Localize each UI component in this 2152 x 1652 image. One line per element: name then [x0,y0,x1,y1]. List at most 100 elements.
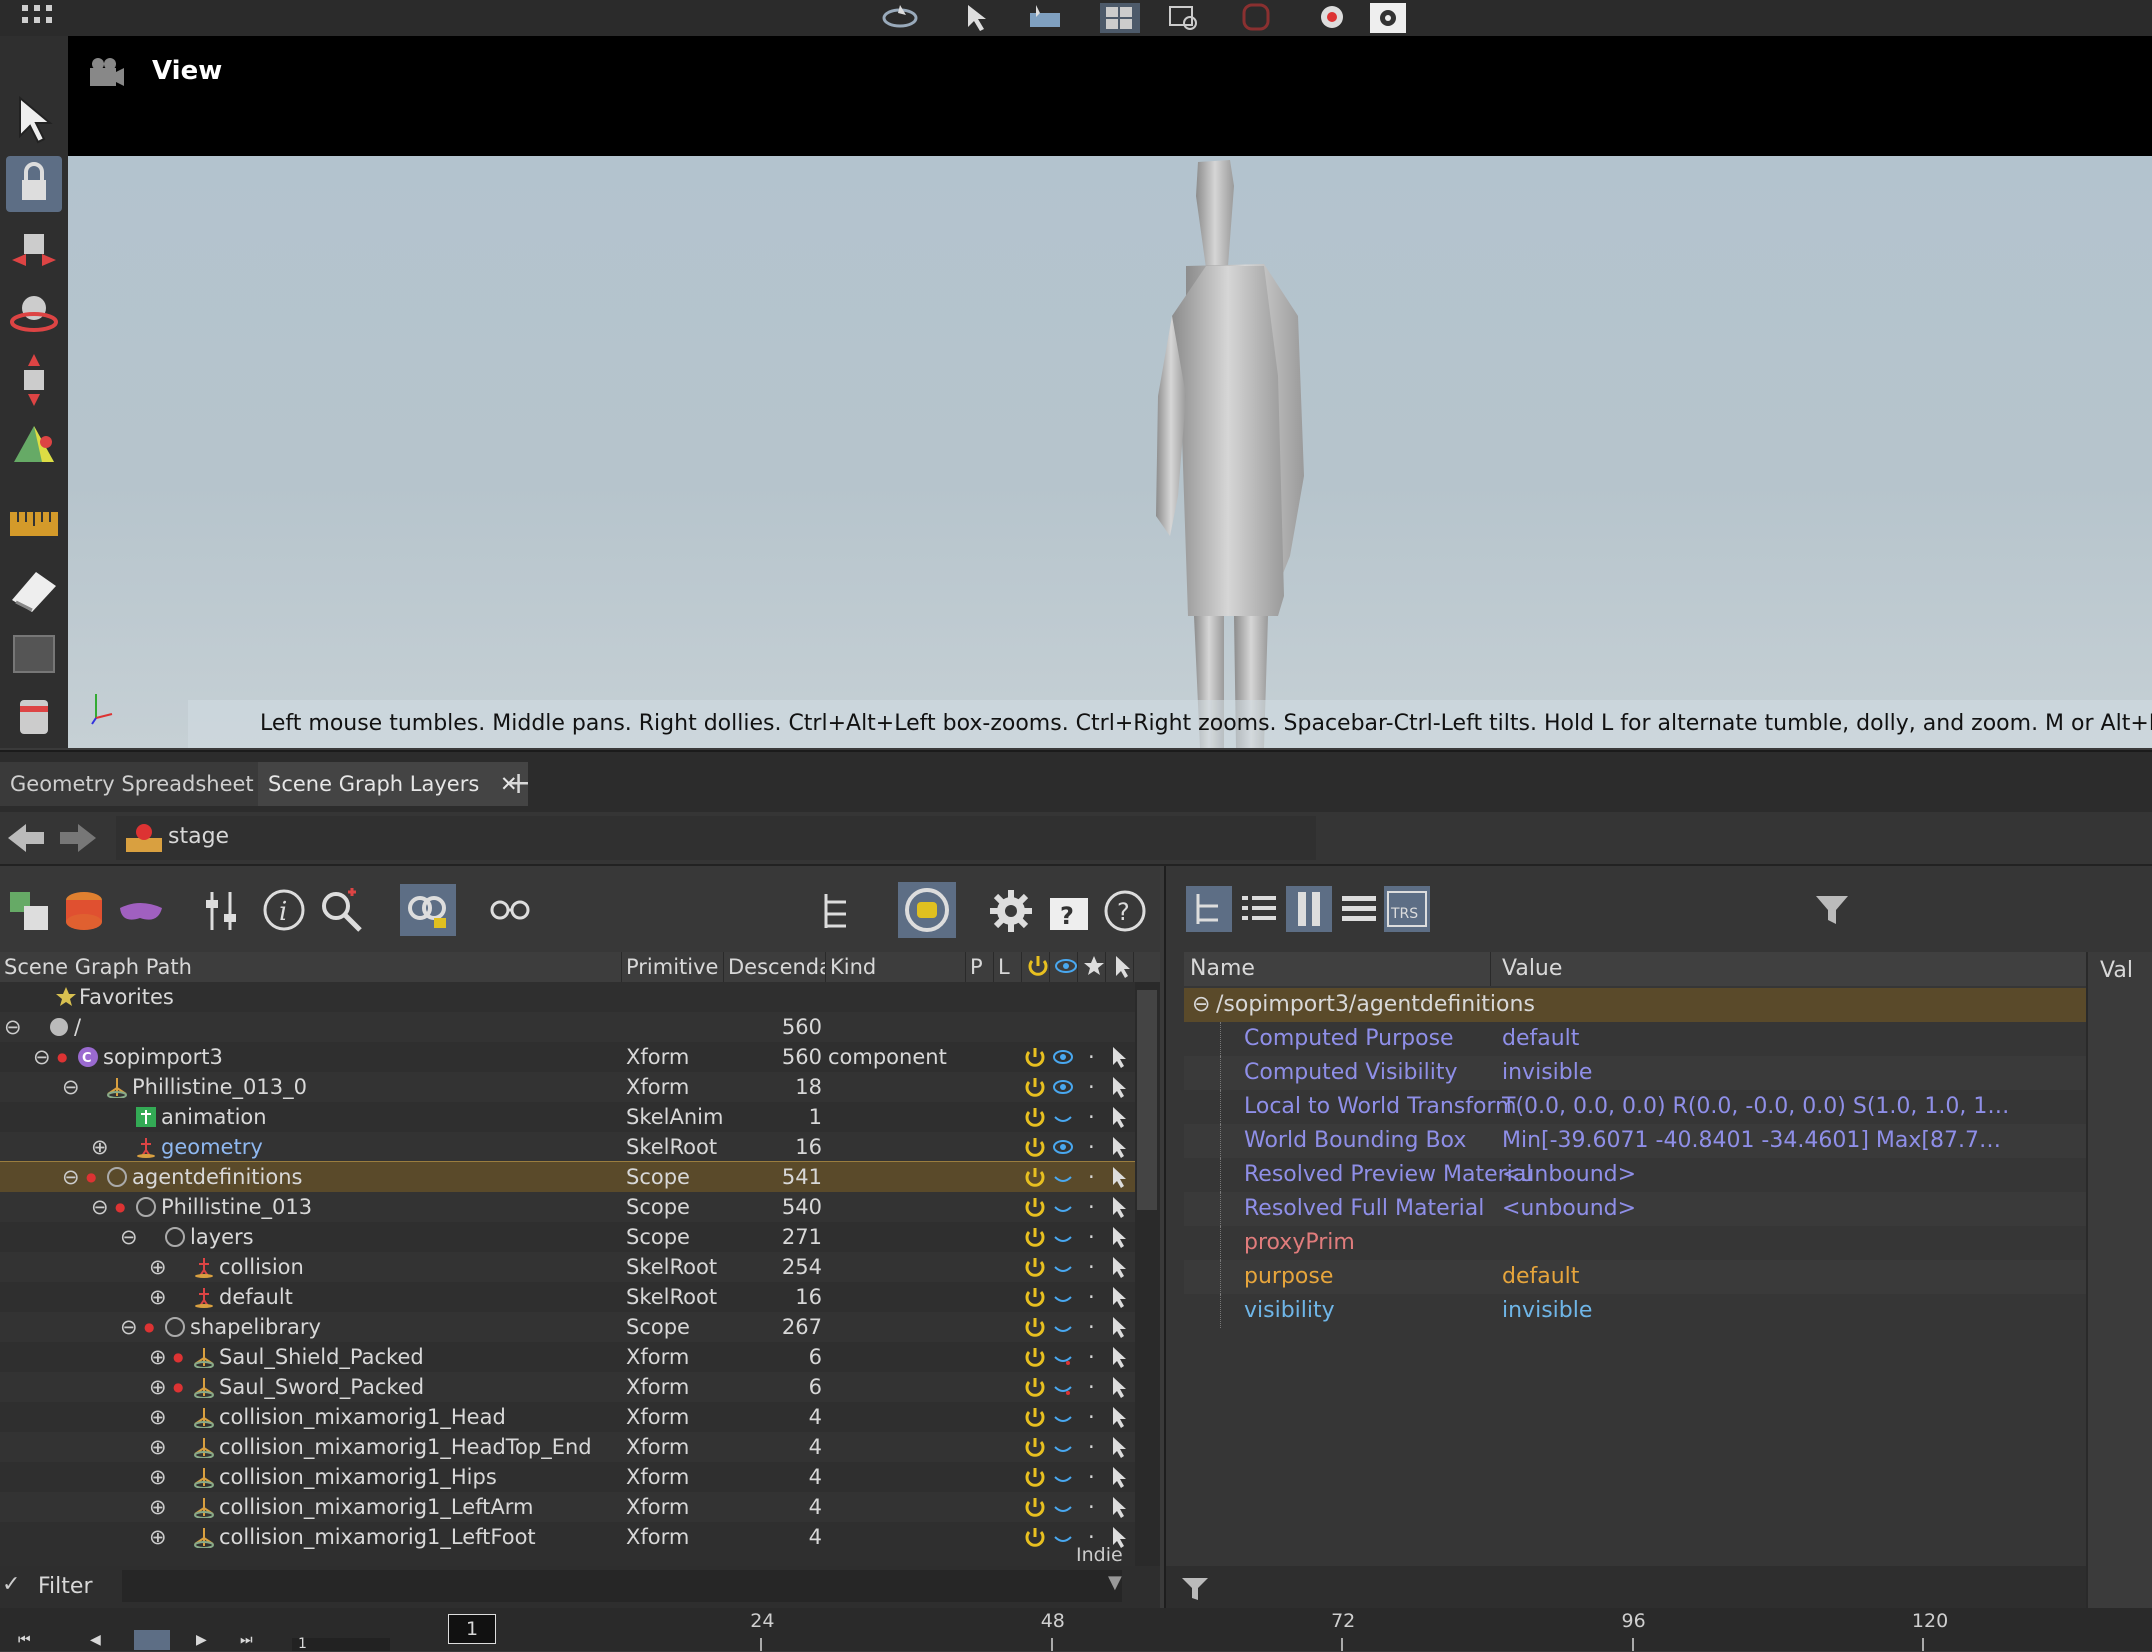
collection-icon[interactable] [62,888,108,940]
tree-row[interactable]: ⊕ collision_mixamorig1_Head Xform 4 · [0,1402,1135,1432]
column-header-visibility-icon[interactable] [1050,952,1078,982]
column-header-descendants[interactable]: Descenda [724,952,826,982]
column-header-path[interactable]: Scene Graph Path [0,952,622,982]
rotate-tool-icon[interactable] [6,286,62,342]
property-row[interactable]: Computed Purpose default [1184,1022,2086,1056]
hidden-eye-icon[interactable] [1052,1315,1074,1345]
active-toggle-icon[interactable] [1024,1495,1046,1525]
ruler-tool-icon[interactable] [6,496,62,552]
tree-row[interactable]: Favorites [0,982,1135,1012]
active-toggle-icon[interactable] [1024,1105,1046,1135]
paint-tool-icon[interactable] [6,562,62,618]
visible-eye-icon[interactable] [1052,1045,1074,1075]
hidden-eye-icon[interactable] [1052,1495,1074,1525]
collapse-icon[interactable]: ⊖ [1192,988,1210,1022]
selectable-toggle-icon[interactable] [1108,1255,1130,1285]
collapse-icon[interactable]: ⊖ [33,1042,51,1072]
expand-icon[interactable]: ⊕ [149,1252,167,1282]
hidden-eye-icon[interactable] [1052,1195,1074,1225]
favorite-toggle-icon[interactable]: · [1088,1312,1095,1342]
selectable-toggle-icon[interactable] [1108,1315,1130,1345]
grid-menu-icon[interactable] [20,3,60,33]
favorite-toggle-icon[interactable]: · [1088,1192,1095,1222]
hidden-eye-icon[interactable] [1052,1225,1074,1255]
lock-icon[interactable] [6,156,62,212]
selectable-toggle-icon[interactable] [1108,1375,1130,1405]
frame-zoom-icon[interactable] [1164,3,1204,33]
expand-icon[interactable]: ⊕ [149,1492,167,1522]
skip-start-icon[interactable]: ⏮ [18,1632,31,1648]
frame-field[interactable]: 1 [292,1637,390,1651]
play-reverse-icon[interactable]: ◀ [90,1632,101,1648]
path-field[interactable]: stage [116,816,1316,860]
selectable-toggle-icon[interactable] [1108,1135,1130,1165]
active-toggle-icon[interactable] [1024,1255,1046,1285]
column-header-p[interactable]: P [966,952,994,982]
tree-row[interactable]: ⊖ ● shapelibrary Scope 267 · [0,1312,1135,1342]
collapse-icon[interactable]: ⊖ [4,1012,22,1042]
settings-gear-icon[interactable] [988,888,1034,940]
active-toggle-icon[interactable] [1024,1285,1046,1315]
expand-icon[interactable]: ⊕ [149,1372,167,1402]
active-toggle-icon[interactable] [1024,1435,1046,1465]
select-arrow-icon[interactable] [960,3,1000,33]
forward-arrow-icon[interactable] [58,820,100,862]
hidden-eye-icon[interactable] [1052,1255,1074,1285]
active-toggle-icon[interactable] [1024,1465,1046,1495]
selectable-toggle-icon[interactable] [1108,1405,1130,1435]
expand-icon[interactable]: ⊕ [91,1132,109,1162]
list-view-icon[interactable] [1236,886,1282,938]
property-row[interactable]: Computed Visibility invisible [1184,1056,2086,1090]
column-header-select-icon[interactable] [1106,952,1134,982]
skip-end-icon[interactable]: ⏭ [240,1632,253,1648]
selectable-toggle-icon[interactable] [1108,1195,1130,1225]
hidden-eye-icon[interactable] [1052,1285,1074,1315]
active-toggle-icon[interactable] [1024,1345,1046,1375]
selectable-toggle-icon[interactable] [1108,1435,1130,1465]
multi-view-icon[interactable] [1100,3,1140,33]
tree-row[interactable]: ⊖ ● agentdefinitions Scope 541 · [0,1161,1135,1195]
favorite-toggle-icon[interactable]: · [1088,1132,1095,1162]
camera-menu-icon[interactable] [86,54,126,94]
collapse-icon[interactable]: ⊖ [62,1072,80,1102]
hidden-eye-icon[interactable] [1052,1405,1074,1435]
favorite-toggle-icon[interactable]: · [1088,1462,1095,1492]
filter-funnel-icon[interactable] [1180,1574,1210,1604]
hidden-eye-icon[interactable] [1052,1465,1074,1495]
properties-filter-bar[interactable] [1166,1566,2086,1613]
mask-icon[interactable] [118,888,164,940]
stop-icon[interactable] [134,1630,170,1650]
handle-tool-icon[interactable] [6,416,62,472]
selectable-toggle-icon[interactable] [1108,1495,1130,1525]
active-toggle-icon[interactable] [1024,1045,1046,1075]
tree-row[interactable]: ⊖ ● Phillistine_013 Scope 540 · [0,1192,1135,1222]
active-toggle-icon[interactable] [1024,1165,1046,1195]
inspect-zoom-icon[interactable] [318,888,364,940]
active-toggle-icon[interactable] [1024,1075,1046,1105]
column-header-value[interactable]: Value [1502,952,1562,986]
selectable-toggle-icon[interactable] [1108,1105,1130,1135]
display-options-gear-icon[interactable] [1368,3,1408,33]
columns-view-icon[interactable] [1286,886,1332,932]
expand-icon[interactable]: ⊕ [149,1432,167,1462]
column-header-primitive[interactable]: Primitive [622,952,724,982]
selectable-toggle-icon[interactable] [1108,1285,1130,1315]
help-card-icon[interactable]: ? [1046,888,1092,940]
expand-icon[interactable]: ⊕ [149,1462,167,1492]
favorite-toggle-icon[interactable]: · [1088,1492,1095,1522]
tree-row[interactable]: ⊕ geometry SkelRoot 16 · [0,1132,1135,1162]
glasses-icon[interactable] [488,888,534,940]
favorite-toggle-icon[interactable]: · [1088,1282,1095,1312]
expand-icon[interactable]: ⊕ [149,1342,167,1372]
expand-icon[interactable]: ⊕ [149,1522,167,1552]
hidden-eye-icon[interactable] [1052,1105,1074,1135]
checkmark-icon[interactable]: ✓ [2,1572,20,1597]
tree-row[interactable]: ⊖ Phillistine_013_0 Xform 18 · [0,1072,1135,1102]
property-group-row[interactable]: ⊖ /sopimport3/agentdefinitions [1184,988,2086,1022]
tree-row[interactable]: ⊖ / 560 [0,1012,1135,1042]
tree-row[interactable]: ⊕ default SkelRoot 16 · [0,1282,1135,1312]
selectable-toggle-icon[interactable] [1108,1345,1130,1375]
hidden-eye-icon[interactable] [1052,1345,1074,1375]
info-icon[interactable]: i [262,888,308,940]
filter-input[interactable] [122,1570,1122,1602]
